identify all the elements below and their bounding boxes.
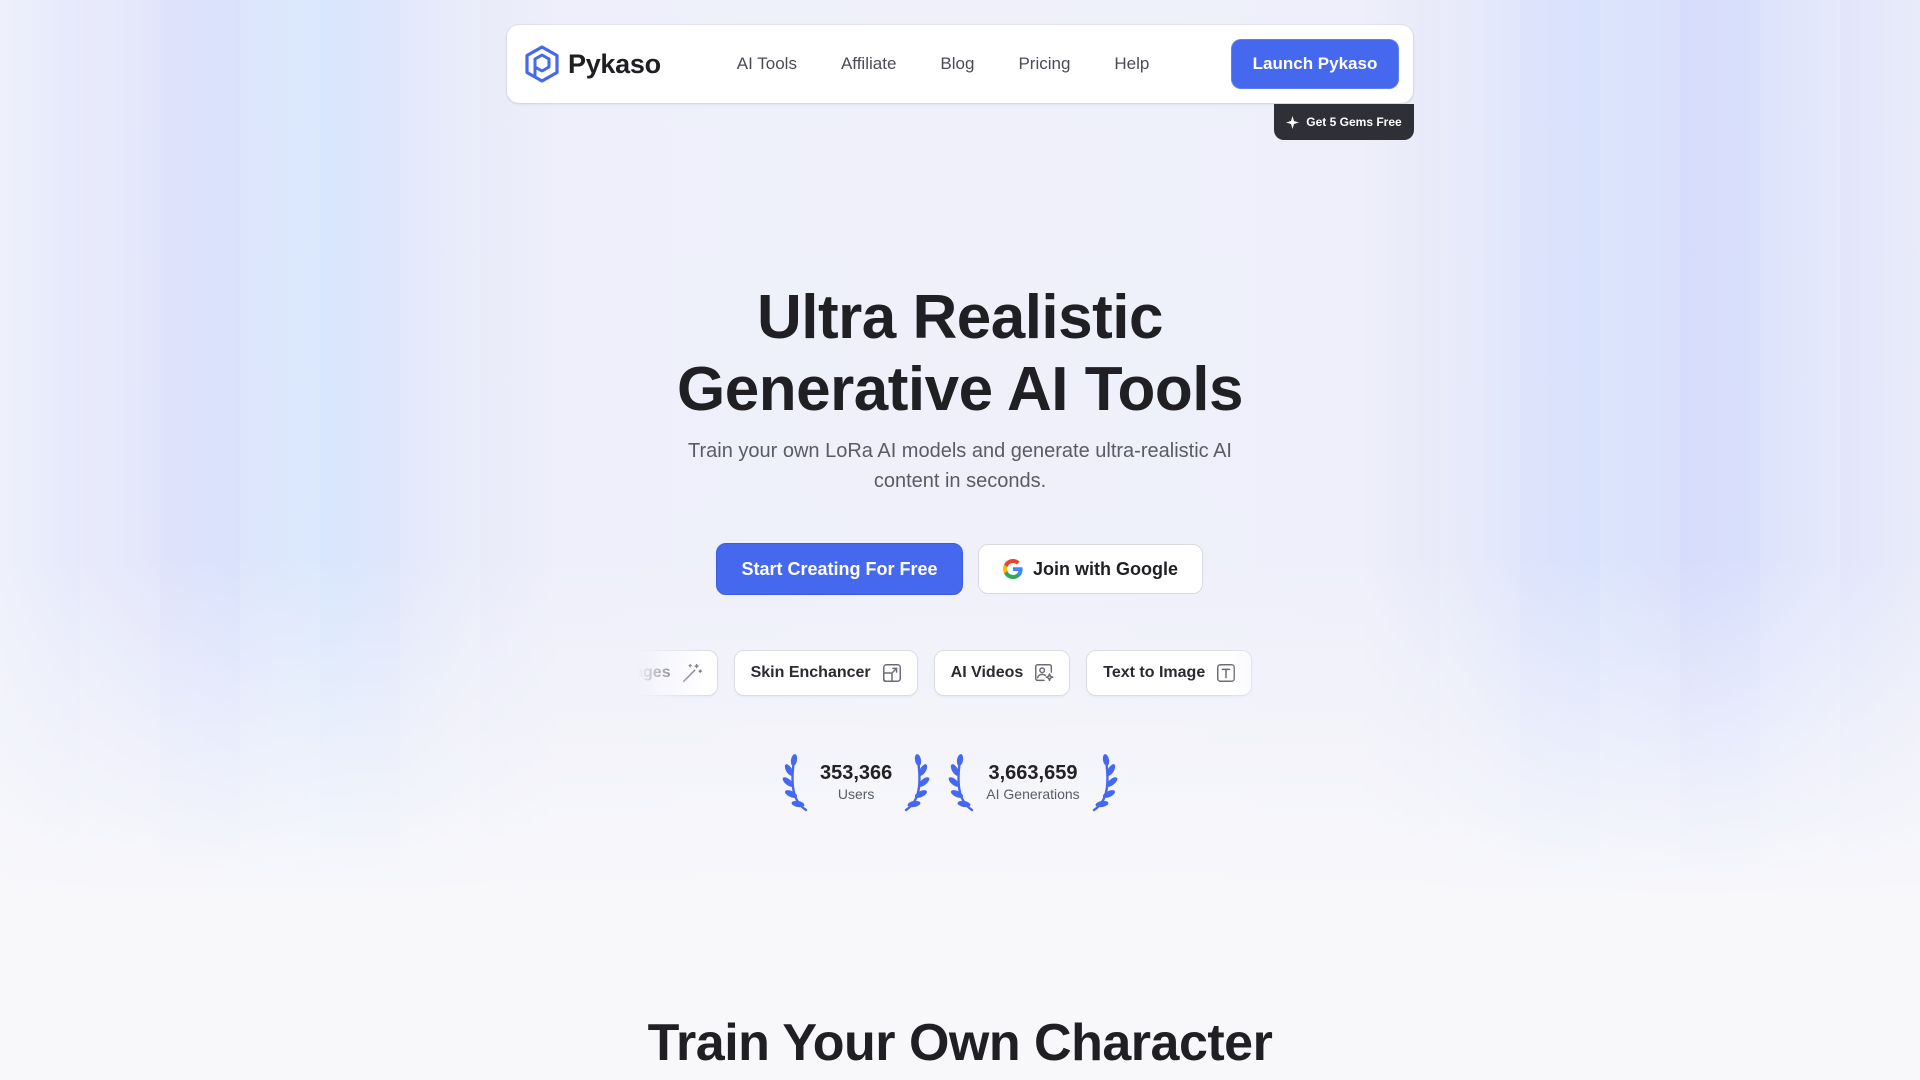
join-google-button[interactable]: Join with Google xyxy=(978,544,1203,594)
tool-chip-label: AI Videos xyxy=(950,664,1024,681)
video-sparkle-icon xyxy=(1035,664,1054,682)
tool-chip-text-to-image[interactable]: Text to Image xyxy=(1086,650,1253,696)
brand-name: Pykaso xyxy=(568,48,661,79)
nav-blog[interactable]: Blog xyxy=(940,54,974,74)
cta-row: Start Creating For Free Join with Google xyxy=(716,543,1203,595)
stat-users-label: Users xyxy=(837,786,875,802)
hero-subtitle: Train your own LoRa AI models and genera… xyxy=(688,440,1232,492)
hero-title-line1: Ultra Realistic xyxy=(756,283,1164,352)
nav-pricing[interactable]: Pricing xyxy=(1018,54,1070,74)
join-google-label: Join with Google xyxy=(1033,558,1178,579)
section-title: Train Your Own Character xyxy=(647,1014,1273,1072)
brand-logo[interactable]: Pykaso xyxy=(524,45,661,83)
laurel-right-icon xyxy=(905,754,930,812)
tool-chip-label: Skin Enchancer xyxy=(750,664,871,681)
laurel-left-icon xyxy=(948,754,974,812)
launch-button[interactable]: Launch Pykaso xyxy=(1231,39,1399,89)
main-menu: AI Tools Affiliate Blog Pricing Help xyxy=(737,54,1150,74)
tool-chip-ai-videos[interactable]: AI Videos xyxy=(933,650,1071,696)
google-icon xyxy=(1003,559,1023,579)
tools-carousel: AI Images Skin Enchancer AI Videos xyxy=(638,649,1284,699)
stats-row: 353,366 Users 3,663,659 AI Generations xyxy=(782,752,1118,812)
stat-generations-value: 3,663,659 xyxy=(988,762,1078,784)
start-creating-button[interactable]: Start Creating For Free xyxy=(716,543,963,595)
laurel-left-icon xyxy=(782,754,808,812)
laurel-right-icon xyxy=(1092,754,1118,812)
magic-wand-icon xyxy=(682,664,702,682)
hero-title-line2: Generative AI Tools xyxy=(677,355,1243,424)
stat-generations-label: AI Generations xyxy=(986,786,1080,802)
tool-chip-ai-images[interactable]: AI Images xyxy=(638,650,718,696)
nav-help[interactable]: Help xyxy=(1114,54,1149,74)
gems-promo-label: Get 5 Gems Free xyxy=(1306,115,1402,129)
tool-chip-label: Text to Image xyxy=(1103,664,1206,681)
sparkle-icon xyxy=(1286,115,1300,129)
stat-users-value: 353,366 xyxy=(820,762,893,784)
tool-chip-skin-enhancer[interactable]: Skin Enchancer xyxy=(733,650,918,696)
hero-title: Ultra Realistic Generative AI Tools xyxy=(0,282,1920,426)
upscale-icon xyxy=(882,664,901,682)
top-navbar: Pykaso AI Tools Affiliate Blog Pricing H… xyxy=(507,25,1413,103)
nav-ai-tools[interactable]: AI Tools xyxy=(737,54,797,74)
hexagon-logo-icon xyxy=(525,45,559,83)
tool-chip-label: AI Images xyxy=(638,664,671,681)
stat-users: 353,366 Users xyxy=(782,752,930,812)
gems-promo-badge[interactable]: Get 5 Gems Free xyxy=(1274,104,1414,140)
text-box-icon xyxy=(1217,664,1236,682)
stat-generations: 3,663,659 AI Generations xyxy=(948,752,1118,812)
nav-affiliate[interactable]: Affiliate xyxy=(841,54,896,74)
